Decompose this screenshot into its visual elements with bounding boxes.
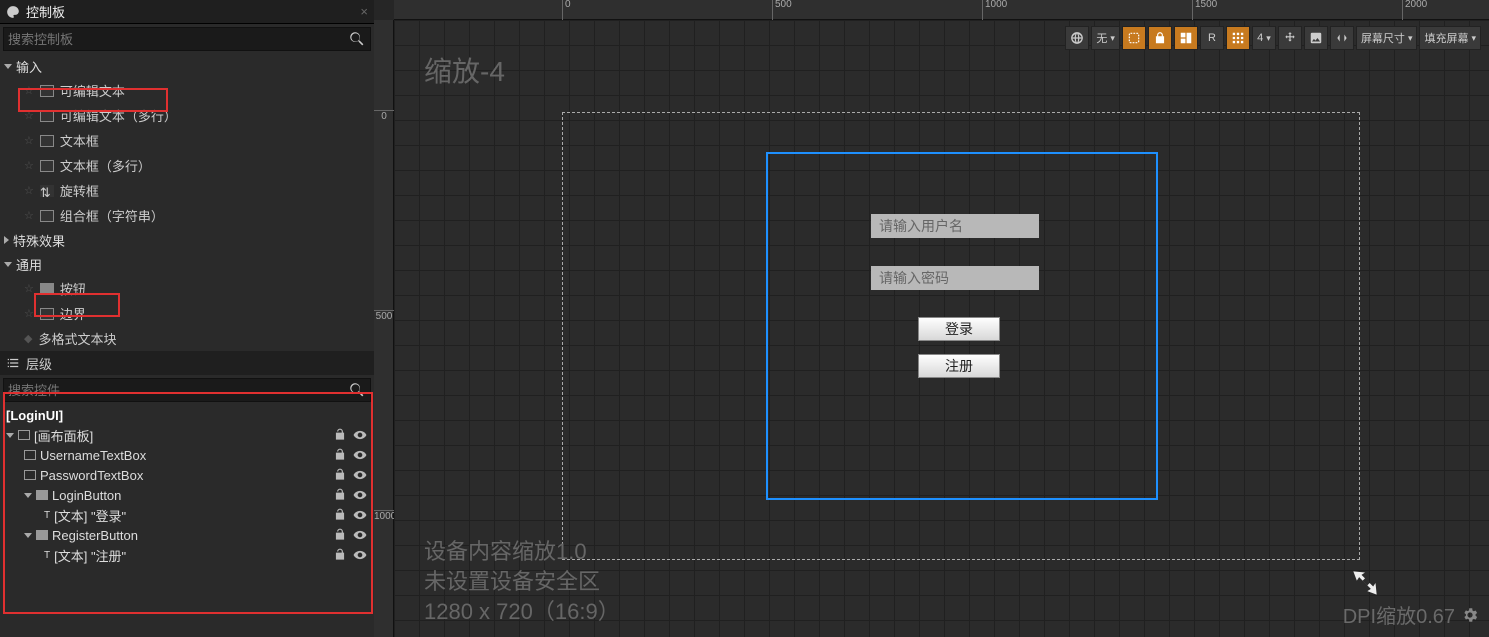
palette-title: 控制板 (26, 2, 65, 21)
hierarchy-title: 层级 (26, 354, 52, 373)
hierarchy-register-text[interactable]: T[文本] "注册" (0, 545, 374, 565)
hierarchy-login-button[interactable]: LoginButton (0, 485, 374, 505)
category-general[interactable]: 通用 (0, 252, 374, 276)
palette-item-spinbox[interactable]: ☆⇅旋转框 (0, 178, 374, 203)
tool-flip[interactable] (1330, 26, 1354, 50)
palette-icon (6, 5, 20, 19)
hierarchy-username-textbox[interactable]: UsernameTextBox (0, 445, 374, 465)
tool-screen-size[interactable]: 屏幕尺寸 (1356, 26, 1418, 50)
palette-item-editable-text-multiline[interactable]: ☆可编辑文本（多行） (0, 103, 374, 128)
hierarchy-root[interactable]: [LoginUI] (0, 405, 374, 425)
hierarchy-login-text[interactable]: T[文本] "登录" (0, 505, 374, 525)
tool-grid[interactable] (1226, 26, 1250, 50)
hierarchy-password-textbox[interactable]: PasswordTextBox (0, 465, 374, 485)
hierarchy-tab[interactable]: 层级 (0, 351, 374, 375)
tool-grid-size[interactable]: 4 (1252, 26, 1276, 50)
eye-icon[interactable] (352, 468, 368, 482)
eye-icon[interactable] (352, 428, 368, 442)
palette-item-textbox[interactable]: ☆文本框 (0, 128, 374, 153)
viewport-toolbar: 无 R 4 屏幕尺寸 填充屏幕 (1065, 24, 1481, 52)
palette-tab[interactable]: 控制板 × (0, 0, 374, 24)
canvas-area[interactable]: 缩放-4 请输入用户名 请输入密码 登录 注册 设备内容缩放1.0 未设置设备安… (394, 20, 1489, 637)
preview-username-input[interactable]: 请输入用户名 (871, 214, 1039, 238)
tool-fill-screen[interactable]: 填充屏幕 (1419, 26, 1481, 50)
preview-login-button[interactable]: 登录 (918, 317, 1000, 341)
dpi-info: DPI缩放0.67 (1343, 600, 1479, 629)
palette-item-textbox-multiline[interactable]: ☆文本框（多行） (0, 153, 374, 178)
image-icon (1309, 31, 1323, 45)
unlock-icon[interactable] (332, 448, 348, 462)
tool-layout[interactable] (1174, 26, 1198, 50)
hierarchy-search[interactable] (3, 378, 371, 402)
outline-icon (1127, 31, 1141, 45)
eye-icon[interactable] (352, 448, 368, 462)
palette-item-editable-text[interactable]: ☆可编辑文本 (0, 78, 374, 103)
tool-lock[interactable] (1148, 26, 1172, 50)
unlock-icon[interactable] (332, 428, 348, 442)
designer-viewport[interactable]: 0 500 1000 1500 2000 0 500 1000 缩放-4 请输入… (374, 0, 1489, 637)
hierarchy-register-button[interactable]: RegisterButton (0, 525, 374, 545)
ruler-horizontal: 0 500 1000 1500 2000 (394, 0, 1489, 20)
grid-icon (1231, 31, 1245, 45)
preview-register-button[interactable]: 注册 (918, 354, 1000, 378)
eye-icon[interactable] (352, 548, 368, 562)
tool-image[interactable] (1304, 26, 1328, 50)
palette-search[interactable] (3, 27, 371, 51)
tool-move[interactable] (1278, 26, 1302, 50)
eye-icon[interactable] (352, 488, 368, 502)
hierarchy-canvas-panel[interactable]: [画布面板] (0, 425, 374, 445)
globe-icon (1070, 31, 1084, 45)
unlock-icon[interactable] (332, 528, 348, 542)
resize-cursor-icon (1351, 569, 1379, 597)
tool-globe[interactable] (1065, 26, 1089, 50)
gear-icon[interactable] (1461, 606, 1479, 624)
palette-item-combobox[interactable]: ☆组合框（字符串） (0, 203, 374, 228)
tool-outline[interactable] (1122, 26, 1146, 50)
zoom-label: 缩放-4 (424, 50, 505, 90)
lock-icon (1153, 31, 1167, 45)
tool-none[interactable]: 无 (1091, 26, 1120, 50)
unlock-icon[interactable] (332, 468, 348, 482)
hierarchy-search-input[interactable] (8, 383, 348, 398)
tool-r[interactable]: R (1200, 26, 1224, 50)
unlock-icon[interactable] (332, 508, 348, 522)
palette-item-border[interactable]: ☆边界 (0, 301, 374, 326)
category-input[interactable]: 输入 (0, 54, 374, 78)
list-icon (6, 356, 20, 370)
eye-icon[interactable] (352, 528, 368, 542)
category-special[interactable]: 特殊效果 (0, 228, 374, 252)
palette-item-richtext[interactable]: ◆多格式文本块 (0, 326, 374, 351)
layout-icon (1179, 31, 1193, 45)
close-icon[interactable]: × (360, 4, 368, 19)
search-icon (348, 381, 366, 399)
palette-search-input[interactable] (8, 32, 348, 47)
unlock-icon[interactable] (332, 488, 348, 502)
eye-icon[interactable] (352, 508, 368, 522)
device-info: 设备内容缩放1.0 未设置设备安全区 1280 x 720（16:9） (424, 537, 620, 627)
preview-password-input[interactable]: 请输入密码 (871, 266, 1039, 290)
move-icon (1283, 31, 1297, 45)
search-icon (348, 30, 366, 48)
ruler-vertical: 0 500 1000 (374, 20, 394, 637)
palette-item-button[interactable]: ☆按钮 (0, 276, 374, 301)
flip-icon (1335, 31, 1349, 45)
unlock-icon[interactable] (332, 548, 348, 562)
